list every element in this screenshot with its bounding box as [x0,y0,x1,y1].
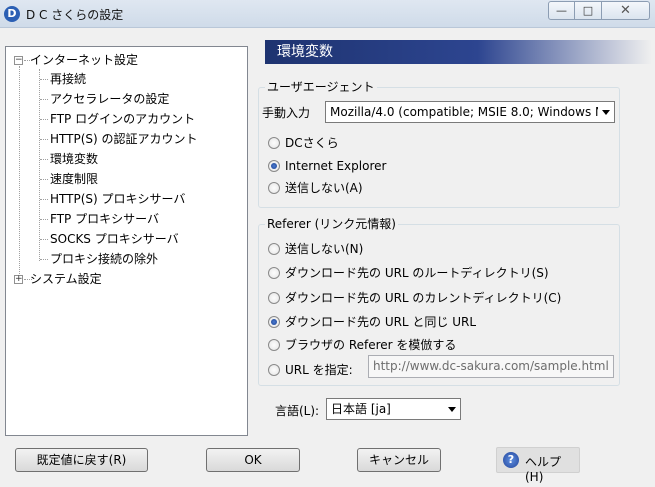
tree-item-http-proxy[interactable]: HTTP(S) プロキシサーバ [50,190,185,208]
radio-checked-icon[interactable] [268,316,280,328]
radio-icon[interactable] [268,339,280,351]
manual-input-label: 手動入力 [262,106,311,120]
referer-option-label: 送信しない(N) [285,242,364,256]
page-title: 環境変数 [265,40,652,64]
tree-item-system-settings[interactable]: システム設定 [30,270,102,288]
help-button[interactable]: ? ヘルプ(H) [496,447,580,484]
tree-connector [40,159,48,160]
window-title: D C さくらの設定 [26,8,124,22]
ua-option-label: DCさくら [285,136,339,150]
radio-icon[interactable] [268,364,280,376]
referer-group-label: Referer (リンク元情報) [265,217,398,231]
tree-connector [40,239,48,240]
dropdown-button[interactable] [598,102,614,122]
radio-icon[interactable] [268,292,280,304]
reset-defaults-button[interactable]: 既定値に戻す(R) [15,448,148,472]
tree-item-speed-limit[interactable]: 速度制限 [50,170,98,188]
tree-connector [40,199,48,200]
tree-connector [40,119,48,120]
tree-item-accelerator[interactable]: アクセラレータの設定 [50,90,169,108]
chevron-down-icon [602,110,610,115]
ua-option-label: 送信しない(A) [285,181,363,195]
settings-tree[interactable]: − インターネット設定 再接続 アクセラレータの設定 FTP ログインのアカウン… [5,46,248,436]
user-agent-group-label: ユーザエージェント [265,80,377,94]
tree-connector [39,69,40,261]
help-icon: ? [503,452,519,468]
tree-item-internet-settings[interactable]: インターネット設定 [30,51,138,69]
help-label: ヘルプ(H) [525,455,562,484]
referer-option-label: ダウンロード先の URL のカレントディレクトリ(C) [285,291,562,305]
collapse-icon[interactable]: − [14,56,23,65]
radio-icon[interactable] [268,243,280,255]
tree-item-environment-variables[interactable]: 環境変数 [50,150,99,168]
ua-option-label: Internet Explorer [285,159,387,173]
tree-connector [40,219,48,220]
tree-connector [19,66,20,278]
radio-icon[interactable] [268,182,280,194]
minimize-button[interactable]: — [548,1,575,20]
tree-item-ftp-login[interactable]: FTP ログインのアカウント [50,110,195,128]
expand-icon[interactable]: + [14,275,23,284]
referer-option-label: URL を指定: [285,363,353,377]
tree-connector [40,139,48,140]
chevron-down-icon [448,407,456,412]
tree-connector [40,99,48,100]
radio-icon[interactable] [268,267,280,279]
referer-option-label: ブラウザの Referer を模倣する [285,338,457,352]
user-agent-value: Mozilla/4.0 (compatible; MSIE 8.0; Windo… [330,105,615,119]
cancel-button[interactable]: キャンセル [357,448,441,472]
tree-item-proxy-exclusion[interactable]: プロキシ接続の除外 [50,250,158,268]
tree-connector [40,79,48,80]
radio-icon[interactable] [268,137,280,149]
radio-checked-icon[interactable] [268,160,280,172]
tree-item-ftp-proxy[interactable]: FTP プロキシサーバ [50,210,159,228]
tree-connector [40,179,48,180]
ok-button[interactable]: OK [206,448,300,472]
maximize-button[interactable]: □ [575,1,602,20]
referer-option-label: ダウンロード先の URL と同じ URL [285,315,477,329]
close-button[interactable]: ✕ [602,1,650,20]
language-select[interactable]: 日本語 [ja] [326,398,461,420]
tree-item-http-auth[interactable]: HTTP(S) の認証アカウント [50,130,198,148]
dropdown-button[interactable] [444,399,460,419]
language-label: 言語(L): [275,404,320,418]
referer-option-label: ダウンロード先の URL のルートディレクトリ(S) [285,266,549,280]
tree-item-socks-proxy[interactable]: SOCKS プロキシサーバ [50,230,179,248]
language-value: 日本語 [ja] [331,402,391,416]
title-bar: D D C さくらの設定 — □ ✕ [0,0,655,28]
tree-item-reconnect[interactable]: 再接続 [50,70,86,88]
tree-connector [40,259,48,260]
user-agent-combobox[interactable]: Mozilla/4.0 (compatible; MSIE 8.0; Windo… [325,101,615,123]
referer-url-input[interactable]: http://www.dc-sakura.com/sample.html [368,355,614,378]
app-logo-icon: D [4,6,20,22]
